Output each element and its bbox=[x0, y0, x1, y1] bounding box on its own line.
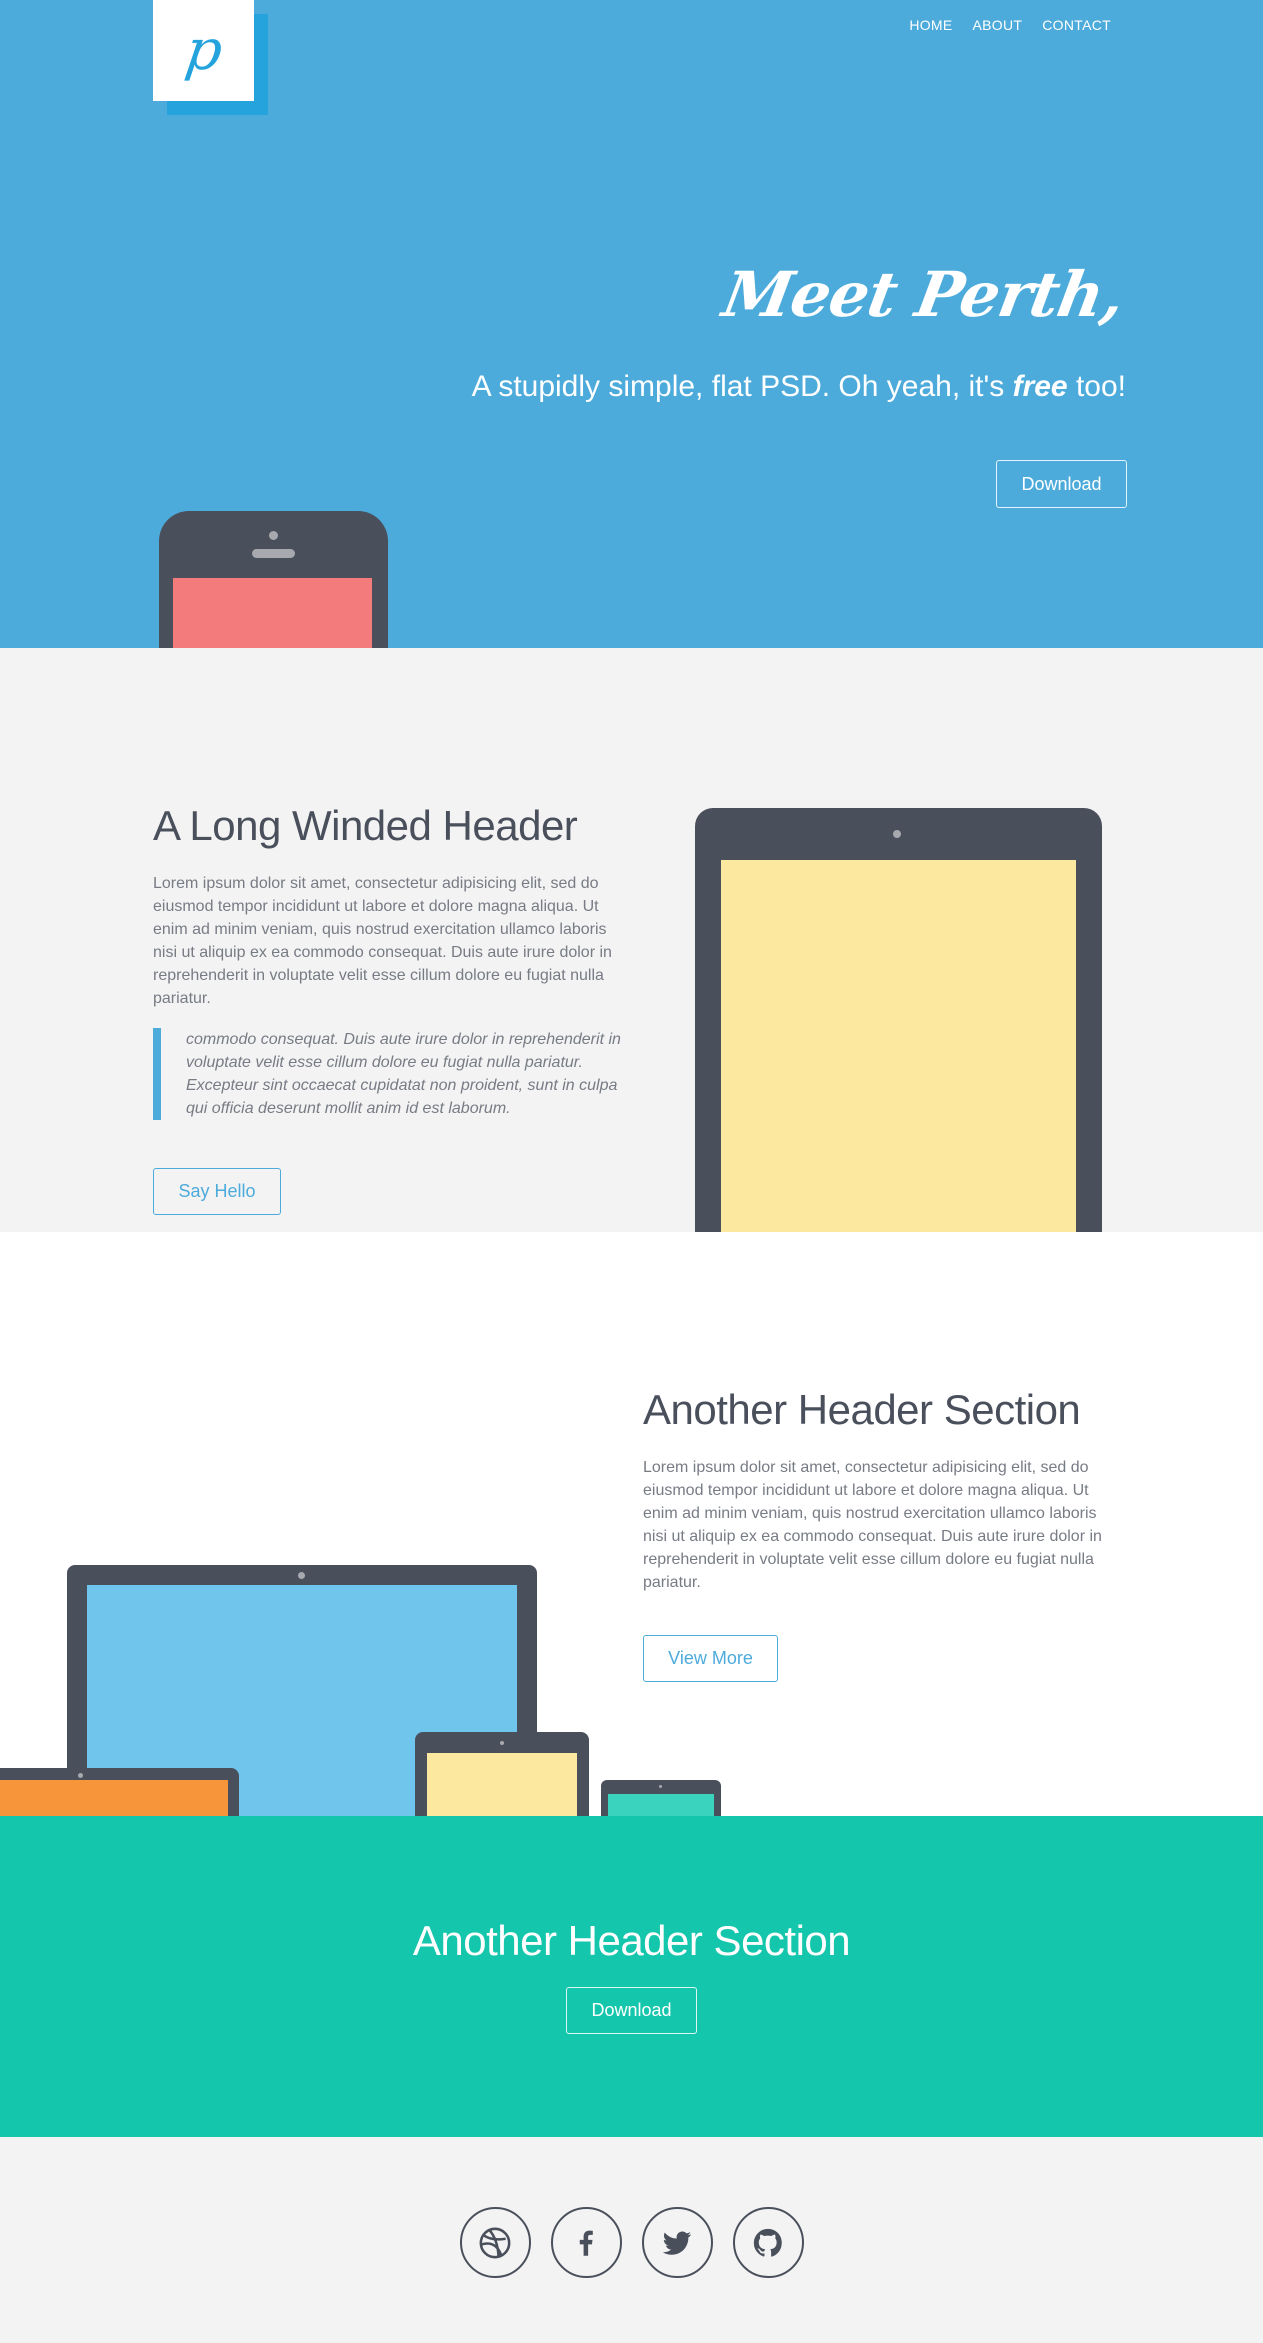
phone-screen bbox=[173, 578, 372, 648]
view-more-button[interactable]: View More bbox=[643, 1635, 778, 1682]
twitter-link[interactable] bbox=[641, 2207, 713, 2278]
logo-box: p bbox=[153, 0, 254, 101]
nav-contact-link[interactable]: CONTACT bbox=[1042, 17, 1111, 33]
section-one-quote: commodo consequat. Duis aute irure dolor… bbox=[153, 1028, 633, 1120]
section-one-body: Lorem ipsum dolor sit amet, consectetur … bbox=[153, 875, 612, 1007]
section-two-title: Another Header Section bbox=[643, 1386, 1081, 1433]
orange-device-screen bbox=[0, 1780, 228, 1816]
facebook-link[interactable] bbox=[550, 2207, 622, 2278]
dribbble-icon bbox=[479, 2227, 511, 2258]
small-tablet-screen bbox=[427, 1753, 577, 1816]
cta-section: Another Header Section Download bbox=[0, 1816, 1263, 2137]
say-hello-button[interactable]: Say Hello bbox=[153, 1168, 281, 1215]
long-winded-content: A Long Winded Header Lorem ipsum dolor s… bbox=[153, 802, 633, 1215]
hero-section: p HOME ABOUT CONTACT Meet Perth, A stupi… bbox=[0, 0, 1263, 648]
facebook-icon bbox=[579, 2230, 593, 2256]
nav-about-link[interactable]: ABOUT bbox=[973, 17, 1023, 33]
tablet-illustration bbox=[695, 808, 1102, 1232]
laptop-camera bbox=[298, 1572, 305, 1579]
tablet-camera bbox=[893, 830, 901, 838]
dribbble-link[interactable] bbox=[459, 2207, 531, 2278]
nav-home-link[interactable]: HOME bbox=[909, 17, 952, 33]
small-phone-screen bbox=[608, 1794, 714, 1816]
long-winded-section: A Long Winded Header Lorem ipsum dolor s… bbox=[0, 648, 1263, 1232]
github-icon bbox=[753, 2228, 782, 2257]
cta-download-button[interactable]: Download bbox=[566, 1987, 697, 2034]
section-one-title: A Long Winded Header bbox=[153, 802, 578, 849]
hero-subtitle-pre: A stupidly simple, flat PSD. Oh yeah, it… bbox=[471, 370, 1013, 403]
logo-letter: p bbox=[181, 17, 227, 83]
hero-title: Meet Perth, bbox=[717, 258, 1130, 331]
small-tablet-illustration bbox=[415, 1732, 589, 1816]
phone-camera bbox=[269, 531, 278, 540]
small-tablet-camera bbox=[500, 1741, 504, 1745]
footer bbox=[0, 2137, 1263, 2343]
hero-subtitle-emphasis: free bbox=[1012, 370, 1068, 403]
orange-device-camera bbox=[78, 1773, 83, 1778]
small-phone-illustration bbox=[601, 1780, 721, 1816]
another-header-section: Another Header Section Lorem ipsum dolor… bbox=[0, 1232, 1263, 1816]
hero-subtitle: A stupidly simple, flat PSD. Oh yeah, it… bbox=[472, 370, 1126, 404]
another-header-content: Another Header Section Lorem ipsum dolor… bbox=[643, 1386, 1103, 1682]
twitter-icon bbox=[662, 2231, 692, 2255]
hero-download-button[interactable]: Download bbox=[996, 460, 1127, 508]
logo[interactable]: p bbox=[153, 0, 268, 115]
phone-speaker bbox=[252, 549, 295, 558]
phone-illustration bbox=[159, 511, 388, 648]
orange-device-illustration bbox=[0, 1768, 239, 1816]
section-two-body: Lorem ipsum dolor sit amet, consectetur … bbox=[643, 1459, 1102, 1591]
github-link[interactable] bbox=[732, 2207, 804, 2278]
section-three-title: Another Header Section bbox=[412, 1917, 851, 1964]
small-phone-camera bbox=[659, 1785, 662, 1788]
main-nav: HOME ABOUT CONTACT bbox=[909, 17, 1111, 33]
hero-subtitle-post: too! bbox=[1067, 370, 1126, 403]
tablet-screen bbox=[721, 860, 1076, 1232]
